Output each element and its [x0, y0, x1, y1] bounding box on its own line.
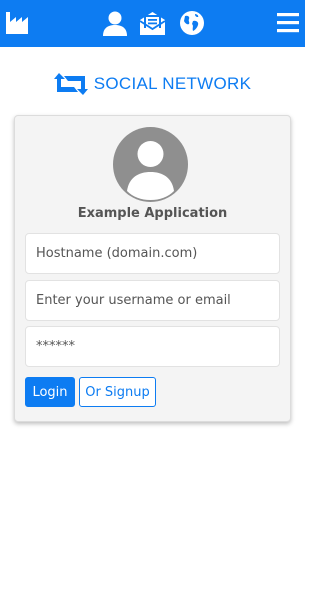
login-card: Example Application Login Or Signup: [14, 115, 291, 422]
user-avatar-icon: [113, 127, 188, 202]
globe-icon[interactable]: [180, 11, 204, 35]
signup-button[interactable]: Or Signup: [79, 377, 156, 407]
brand-header: SOCIAL NETWORK: [0, 68, 305, 100]
username-input[interactable]: [25, 280, 280, 321]
hamburger-menu-icon[interactable]: [277, 12, 299, 33]
mail-open-icon[interactable]: [139, 10, 166, 36]
app-name: Example Application: [77, 206, 228, 221]
top-navbar: [0, 0, 305, 47]
hostname-input[interactable]: [25, 233, 280, 274]
user-icon[interactable]: [103, 11, 127, 36]
password-input[interactable]: [25, 326, 280, 367]
login-button[interactable]: Login: [25, 377, 75, 407]
retweet-icon: [53, 73, 88, 95]
factory-icon[interactable]: [6, 12, 31, 34]
brand-name: SOCIAL NETWORK: [93, 74, 252, 93]
